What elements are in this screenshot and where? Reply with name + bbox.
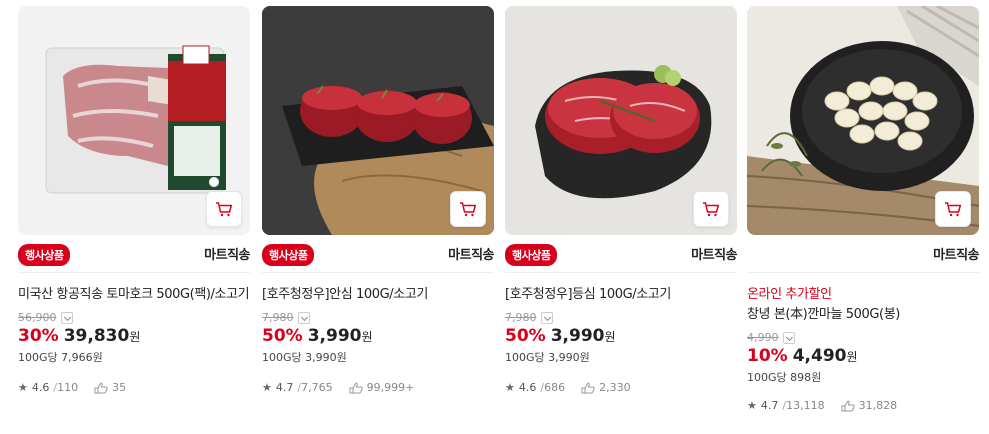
- tag-row: 행사상품 마트직송: [18, 235, 250, 273]
- meta-row: ★ 4.6 / 686 2,330: [505, 381, 737, 394]
- star-icon: ★: [505, 381, 515, 394]
- star-icon: ★: [262, 381, 272, 394]
- rating-value: 4.6: [31, 381, 50, 394]
- event-badge: 행사상품: [262, 244, 315, 266]
- product-title[interactable]: [호주청정우]등심 100G/소고기: [505, 285, 737, 305]
- product-title[interactable]: 창녕 본(本)깐마늘 500G(봉): [747, 305, 979, 325]
- chevron-down-icon[interactable]: [540, 311, 553, 324]
- meta-row: ★ 4.7 / 7,765 99,999+: [262, 381, 494, 394]
- add-to-cart-button[interactable]: [450, 191, 486, 227]
- price-row: 30% 39,830 원: [18, 326, 250, 346]
- sale-price: 39,830: [63, 326, 130, 346]
- product-image[interactable]: [747, 6, 979, 235]
- currency-label: 원: [129, 330, 141, 344]
- unit-price: 100G당 7,966원: [18, 351, 103, 364]
- purchase-count: 99,999+: [366, 381, 415, 394]
- star-icon: ★: [747, 399, 757, 412]
- meta-row: ★ 4.6 / 110 35: [18, 381, 250, 394]
- product-info: 미국산 항공직송 토마호크 500G(팩)/소고기 56,900 30% 39,…: [18, 273, 250, 394]
- original-price: 7,980: [262, 311, 294, 324]
- sale-price: 3,990: [550, 326, 605, 346]
- chevron-down-icon[interactable]: [297, 311, 310, 324]
- product-grid: 행사상품 마트직송 미국산 항공직송 토마호크 500G(팩)/소고기 56,9…: [0, 0, 989, 434]
- add-to-cart-button[interactable]: [935, 191, 971, 227]
- add-to-cart-button[interactable]: [206, 191, 242, 227]
- mart-direct-label: 마트직송: [691, 248, 737, 263]
- sale-price: 3,990: [307, 326, 362, 346]
- original-price: 56,900: [18, 311, 57, 324]
- product-image[interactable]: [262, 6, 494, 235]
- discount-rate: 50%: [505, 326, 546, 346]
- price-row: 50% 3,990 원: [262, 326, 494, 346]
- currency-label: 원: [604, 330, 616, 344]
- product-info: 온라인 추가할인 창녕 본(本)깐마늘 500G(봉) 4,990 10% 4,…: [747, 273, 979, 412]
- unit-price: 100G당 3,990원: [262, 351, 347, 364]
- product-image[interactable]: [18, 6, 250, 235]
- product-title[interactable]: 미국산 항공직송 토마호크 500G(팩)/소고기: [18, 285, 250, 305]
- product-info: [호주청정우]등심 100G/소고기 7,980 50% 3,990 원 100…: [505, 273, 737, 394]
- meta-row: ★ 4.7 / 13,118 31,828: [747, 399, 979, 412]
- original-price-row: 7,980: [505, 311, 737, 324]
- product-card[interactable]: 행사상품 마트직송 [호주청정우]안심 100G/소고기 7,980 50% 3…: [262, 6, 494, 434]
- original-price-row: 4,990: [747, 331, 979, 344]
- product-card[interactable]: 행사상품 마트직송 [호주청정우]등심 100G/소고기 7,980 50% 3…: [505, 6, 737, 434]
- discount-rate: 10%: [747, 346, 788, 366]
- cart-icon: [216, 202, 233, 217]
- purchase-count: 35: [112, 381, 127, 394]
- rating-value: 4.7: [760, 399, 779, 412]
- price-row: 10% 4,490 원: [747, 346, 979, 366]
- currency-label: 원: [846, 350, 858, 364]
- review-count: 110: [57, 381, 79, 394]
- star-icon: ★: [18, 381, 28, 394]
- unit-price: 100G당 3,990원: [505, 351, 590, 364]
- mart-direct-label: 마트직송: [204, 248, 250, 263]
- purchase-count-icon: [581, 381, 595, 394]
- tag-row: 마트직송: [747, 235, 979, 273]
- add-to-cart-button[interactable]: [693, 191, 729, 227]
- purchase-count: 31,828: [858, 399, 898, 412]
- tag-row: 행사상품 마트직송: [262, 235, 494, 273]
- discount-rate: 50%: [262, 326, 303, 346]
- cart-icon: [460, 202, 477, 217]
- purchase-count: 2,330: [599, 381, 631, 394]
- event-badge: 행사상품: [505, 244, 558, 266]
- sale-price: 4,490: [792, 346, 847, 366]
- original-price-row: 56,900: [18, 311, 250, 324]
- chevron-down-icon[interactable]: [782, 331, 795, 344]
- discount-rate: 30%: [18, 326, 59, 346]
- product-card[interactable]: 마트직송 온라인 추가할인 창녕 본(本)깐마늘 500G(봉) 4,990 1…: [747, 6, 979, 434]
- price-row: 50% 3,990 원: [505, 326, 737, 346]
- original-price: 4,990: [747, 331, 779, 344]
- review-count: 7,765: [301, 381, 333, 394]
- review-count: 686: [544, 381, 566, 394]
- promo-label: 온라인 추가할인: [747, 287, 832, 302]
- purchase-count-icon: [841, 399, 855, 412]
- review-count: 13,118: [786, 399, 825, 412]
- chevron-down-icon[interactable]: [60, 311, 73, 324]
- product-info: [호주청정우]안심 100G/소고기 7,980 50% 3,990 원 100…: [262, 273, 494, 394]
- event-badge: 행사상품: [18, 244, 71, 266]
- purchase-count-icon: [94, 381, 108, 394]
- original-price-row: 7,980: [262, 311, 494, 324]
- product-title[interactable]: [호주청정우]안심 100G/소고기: [262, 285, 494, 305]
- mart-direct-label: 마트직송: [448, 248, 494, 263]
- product-card[interactable]: 행사상품 마트직송 미국산 항공직송 토마호크 500G(팩)/소고기 56,9…: [18, 6, 250, 434]
- cart-icon: [945, 202, 962, 217]
- rating-value: 4.7: [275, 381, 294, 394]
- original-price: 7,980: [505, 311, 537, 324]
- unit-price: 100G당 898원: [747, 371, 822, 384]
- currency-label: 원: [361, 330, 373, 344]
- rating-value: 4.6: [518, 381, 537, 394]
- cart-icon: [703, 202, 720, 217]
- purchase-count-icon: [349, 381, 363, 394]
- mart-direct-label: 마트직송: [933, 248, 979, 263]
- product-image[interactable]: [505, 6, 737, 235]
- tag-row: 행사상품 마트직송: [505, 235, 737, 273]
